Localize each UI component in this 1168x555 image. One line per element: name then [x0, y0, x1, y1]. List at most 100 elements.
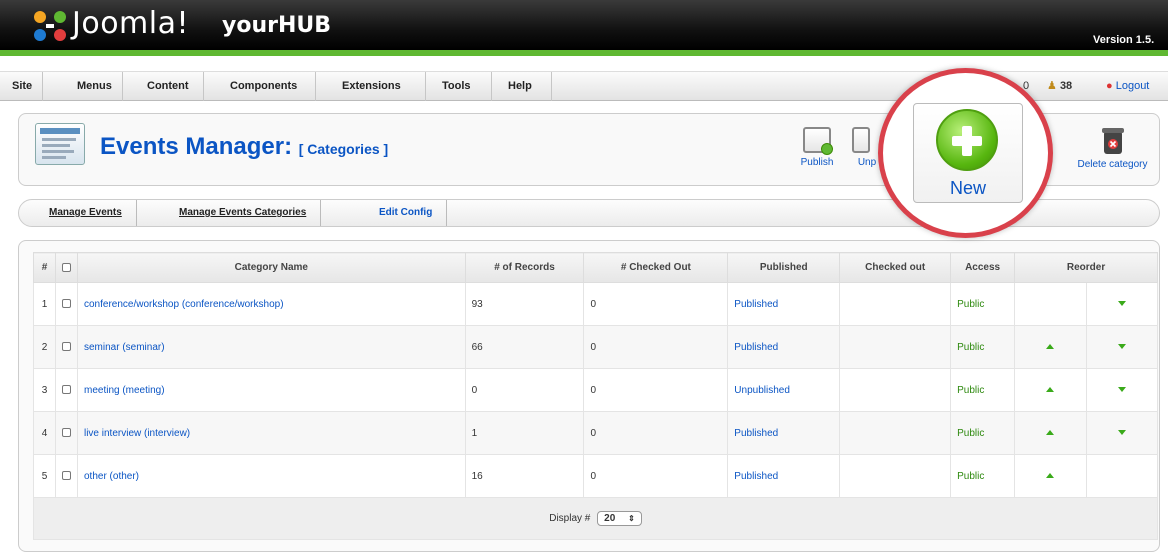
category-name-cell[interactable]: other (other): [76, 454, 466, 498]
published-cell[interactable]: Published: [727, 454, 841, 498]
users-status[interactable]: ♟ 38: [1047, 72, 1072, 101]
category-name-cell[interactable]: meeting (meeting): [76, 368, 466, 412]
users-icon: ♟: [1047, 80, 1057, 92]
row-checkbox[interactable]: [61, 385, 71, 395]
reorder-cell: [1014, 325, 1158, 369]
table-row[interactable]: 2 seminar (seminar) 66 0 Published Public: [33, 325, 1158, 369]
move-up-icon[interactable]: [1046, 344, 1055, 349]
move-down-icon[interactable]: [1117, 387, 1126, 392]
menu-content[interactable]: Content: [123, 72, 204, 101]
move-up-icon[interactable]: [1046, 387, 1055, 392]
checked-out-count-cell: 0: [583, 325, 729, 369]
access-cell[interactable]: Public: [950, 282, 1016, 326]
category-name-link[interactable]: live interview (interview): [84, 428, 190, 439]
new-label: New: [949, 178, 986, 198]
subnav-manage-events-categories[interactable]: Manage Events Categories: [165, 200, 322, 226]
access-level-link[interactable]: Public: [957, 385, 984, 396]
move-down-icon[interactable]: [1117, 430, 1126, 435]
move-up-icon[interactable]: [1046, 473, 1055, 478]
category-name-link[interactable]: other (other): [84, 471, 139, 482]
subnav-edit-config[interactable]: Edit Config: [365, 200, 448, 226]
category-name-link[interactable]: meeting (meeting): [84, 385, 165, 396]
menu-site[interactable]: Site: [0, 72, 43, 101]
reorder-cell: [1014, 282, 1158, 326]
row-checkbox[interactable]: [61, 428, 71, 438]
menu-help[interactable]: Help: [492, 72, 552, 101]
reorder-cell: [1014, 411, 1158, 455]
published-status-link[interactable]: Unpublished: [734, 385, 790, 396]
delete-category-button[interactable]: Delete category: [1065, 127, 1160, 170]
col-category-name[interactable]: Category Name: [76, 252, 466, 283]
col-select-all[interactable]: [54, 252, 78, 283]
table-row[interactable]: 1 conference/workshop (conference/worksho…: [33, 282, 1158, 326]
access-cell[interactable]: Public: [950, 454, 1016, 498]
menu-components[interactable]: Components: [204, 72, 316, 101]
table-row[interactable]: 5 other (other) 16 0 Published Public: [33, 454, 1158, 498]
category-name-cell[interactable]: conference/workshop (conference/workshop…: [76, 282, 466, 326]
trash-icon: [1101, 128, 1124, 154]
row-checkbox-cell[interactable]: [54, 454, 78, 498]
move-up-icon[interactable]: [1046, 430, 1055, 435]
access-level-link[interactable]: Public: [957, 299, 984, 310]
checked-out-count-cell: 0: [583, 411, 729, 455]
row-checkbox-cell[interactable]: [54, 325, 78, 369]
display-select[interactable]: 20 ⇕: [597, 511, 642, 526]
row-checkbox[interactable]: [61, 471, 71, 481]
published-cell[interactable]: Unpublished: [727, 368, 841, 412]
col-access[interactable]: Access: [950, 252, 1016, 283]
menu-tools[interactable]: Tools: [426, 72, 492, 101]
users-count: 38: [1059, 80, 1073, 92]
page-title-main: Events Manager:: [100, 133, 293, 160]
table-row[interactable]: 3 meeting (meeting) 0 0 Unpublished Public: [33, 368, 1158, 412]
header-bar: Joomla! yourHUB Version 1.5.: [0, 0, 1168, 56]
checked-out-cell: [839, 368, 952, 412]
published-status-link[interactable]: Published: [734, 342, 778, 353]
published-status-link[interactable]: Published: [734, 471, 778, 482]
row-checkbox-cell[interactable]: [54, 282, 78, 326]
published-status-link[interactable]: Published: [734, 428, 778, 439]
select-all-checkbox[interactable]: [61, 262, 71, 272]
col-checked-out-count[interactable]: # Checked Out: [583, 252, 729, 283]
access-level-link[interactable]: Public: [957, 471, 984, 482]
menu-menus[interactable]: Menus: [43, 72, 123, 101]
col-checked-out[interactable]: Checked out: [839, 252, 952, 283]
published-cell[interactable]: Published: [727, 282, 841, 326]
row-checkbox-cell[interactable]: [54, 411, 78, 455]
publish-button[interactable]: Publish: [796, 127, 838, 168]
joomla-logo-icon: [34, 11, 66, 41]
row-number: 3: [33, 368, 56, 412]
subnav-manage-events[interactable]: Manage Events: [35, 200, 137, 226]
move-down-icon[interactable]: [1117, 301, 1126, 306]
access-level-link[interactable]: Public: [957, 428, 984, 439]
table-row[interactable]: 4 live interview (interview) 1 0 Published Pu…: [33, 411, 1158, 455]
checked-out-cell: [839, 454, 952, 498]
access-cell[interactable]: Public: [950, 325, 1016, 369]
access-level-link[interactable]: Public: [957, 342, 984, 353]
col-records[interactable]: # of Records: [464, 252, 585, 283]
access-cell[interactable]: Public: [950, 368, 1016, 412]
access-cell[interactable]: Public: [950, 411, 1016, 455]
row-checkbox-cell[interactable]: [54, 368, 78, 412]
move-down-icon[interactable]: [1117, 344, 1126, 349]
col-reorder[interactable]: Reorder: [1014, 252, 1158, 283]
category-name-link[interactable]: conference/workshop (conference/workshop…: [84, 299, 284, 310]
new-button[interactable]: New: [913, 103, 1023, 203]
display-value: 20: [604, 513, 616, 524]
menu-extensions[interactable]: Extensions: [316, 72, 426, 101]
col-number: #: [33, 252, 56, 283]
logout-link[interactable]: ● Logout: [1106, 72, 1149, 101]
published-cell[interactable]: Published: [727, 325, 841, 369]
category-name-cell[interactable]: seminar (seminar): [76, 325, 466, 369]
published-cell[interactable]: Published: [727, 411, 841, 455]
publish-icon: [803, 127, 833, 155]
published-status-link[interactable]: Published: [734, 299, 778, 310]
category-name-cell[interactable]: live interview (interview): [76, 411, 466, 455]
unpublish-label: Unp: [857, 157, 877, 168]
col-published[interactable]: Published: [727, 252, 841, 283]
category-name-link[interactable]: seminar (seminar): [84, 342, 165, 353]
row-checkbox[interactable]: [61, 342, 71, 352]
row-number: 4: [33, 411, 56, 455]
checked-out-cell: [839, 325, 952, 369]
row-checkbox[interactable]: [61, 299, 71, 309]
version-label: Version 1.5.: [1093, 34, 1155, 46]
